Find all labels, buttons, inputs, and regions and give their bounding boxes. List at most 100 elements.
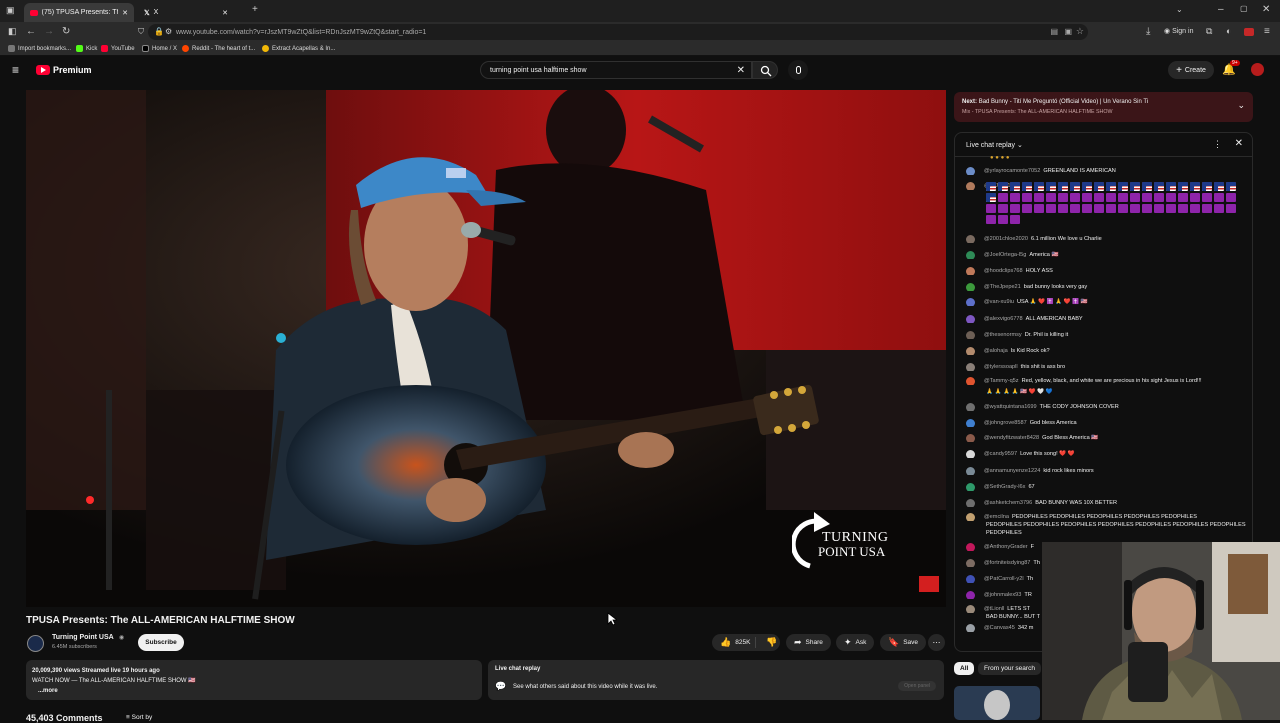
tab-close-icon[interactable]: ✕ bbox=[122, 9, 128, 17]
screenshot-icon[interactable]: ◐ bbox=[1226, 27, 1231, 36]
chat-author[interactable]: @alexvigo6778 bbox=[984, 316, 1023, 322]
chat-avatar[interactable] bbox=[966, 575, 975, 583]
chat-message[interactable]: @JoelOrtega-l5g America 🇺🇸 bbox=[966, 251, 1236, 259]
avatar[interactable] bbox=[1251, 63, 1264, 76]
chat-avatar[interactable] bbox=[966, 559, 975, 567]
chat-message[interactable]: @2001chloe2020 6.1 million We love u Char… bbox=[966, 235, 1236, 243]
chat-author[interactable]: @johngrove8587 bbox=[984, 420, 1027, 426]
close-window-icon[interactable]: ✕ bbox=[1262, 5, 1270, 15]
chat-author[interactable]: @AnthonyGrader bbox=[984, 544, 1028, 550]
chat-author[interactable]: @TheJpepe21 bbox=[984, 284, 1021, 290]
chat-avatar[interactable] bbox=[966, 298, 975, 306]
chat-author[interactable]: @PatCarroll-y2l bbox=[984, 576, 1024, 582]
chat-message[interactable]: @alohaja Is Kid Rock ok? bbox=[966, 347, 1236, 355]
chat-avatar[interactable] bbox=[966, 434, 975, 442]
forward-icon[interactable]: → bbox=[44, 27, 54, 37]
notifications-button[interactable]: 🔔 9+ bbox=[1222, 60, 1240, 76]
hamburger-menu-icon[interactable]: ≡ bbox=[12, 64, 19, 76]
chat-message[interactable]: @TheJpepe21 bad bunny looks very gay bbox=[966, 283, 1236, 291]
chat-message[interactable]: @yrlayrocamonte7052 GREENLAND IS AMERICAN bbox=[966, 167, 1236, 175]
chat-message[interactable]: @candy9597 Love this song! ❤️ ❤️ bbox=[966, 450, 1236, 458]
chat-avatar[interactable] bbox=[966, 543, 975, 551]
chat-author[interactable]: @thesenormsy bbox=[984, 332, 1022, 338]
extension-badge-icon[interactable] bbox=[1244, 28, 1254, 36]
open-panel-button[interactable]: Open panel bbox=[898, 681, 936, 691]
chat-mode-select[interactable]: Live chat replay ⌄ bbox=[966, 141, 1023, 149]
chat-avatar[interactable] bbox=[966, 513, 975, 521]
chat-avatar[interactable] bbox=[966, 483, 975, 491]
chat-avatar[interactable] bbox=[966, 605, 975, 613]
create-button[interactable]: + Create bbox=[1168, 61, 1214, 79]
new-tab-icon[interactable]: + bbox=[252, 5, 258, 15]
chat-author[interactable]: @2001chloe2020 bbox=[984, 236, 1028, 242]
chat-author[interactable]: @hoodclips768 bbox=[984, 268, 1023, 274]
chat-author[interactable]: @van-xu9iu bbox=[984, 299, 1014, 305]
chat-author[interactable]: @SethGrady-l6x bbox=[984, 484, 1025, 490]
chat-avatar[interactable] bbox=[966, 347, 975, 355]
bookmark-kick[interactable]: Kick bbox=[76, 45, 97, 52]
chat-avatar[interactable] bbox=[966, 331, 975, 339]
description-box[interactable]: 20,009,390 views Streamed live 19 hours … bbox=[26, 660, 482, 700]
chat-author[interactable]: @alohaja bbox=[984, 348, 1008, 354]
bookmark-x[interactable]: Home / X bbox=[142, 45, 177, 52]
chat-avatar[interactable] bbox=[966, 251, 975, 259]
chip-all[interactable]: All bbox=[954, 662, 975, 675]
chat-author[interactable]: @ashketchem3796 bbox=[984, 500, 1032, 506]
tab-active[interactable]: (75) TPUSA Presents: The A ✕ bbox=[24, 3, 134, 22]
save-button[interactable]: 🔖 Save bbox=[880, 634, 927, 651]
chip-from-your-search[interactable]: From your search bbox=[978, 662, 1041, 675]
like-button[interactable]: 👍 825K bbox=[712, 637, 756, 648]
chat-message[interactable]: @van-xu9iu USA 🙏 ❤️ ✝️ 🙏 ❤️ ✝️ 🇺🇸 bbox=[966, 298, 1236, 306]
chat-avatar[interactable] bbox=[966, 450, 975, 458]
chat-author[interactable]: @candy9597 bbox=[984, 451, 1017, 457]
chat-message[interactable]: @Tammy-q5z Red, yellow, black, and white … bbox=[966, 377, 1236, 385]
chat-author[interactable]: @tylerssoapll bbox=[984, 364, 1018, 370]
chat-message[interactable]: @annamunyenze1224 kid rock likes minors bbox=[966, 467, 1236, 475]
chat-avatar[interactable] bbox=[966, 591, 975, 599]
youtube-logo[interactable]: Premium bbox=[36, 65, 92, 75]
chat-message[interactable]: @thesenormsy Dr. Phil is killing it bbox=[966, 331, 1236, 339]
more-actions-button[interactable]: ⋯ bbox=[928, 634, 945, 651]
chat-author[interactable]: @wyattquintana1699 bbox=[984, 404, 1037, 410]
chat-message[interactable]: @tylerssoapll this shit is ass bro bbox=[966, 363, 1236, 371]
maximize-icon[interactable]: ▢ bbox=[1240, 5, 1248, 13]
video-player[interactable]: TURNING POINT USA bbox=[26, 90, 946, 607]
chat-author[interactable]: @johnmalex93 bbox=[984, 592, 1021, 598]
chat-avatar[interactable] bbox=[966, 419, 975, 427]
chat-avatar[interactable] bbox=[966, 403, 975, 411]
chat-message[interactable]: @SethGrady-l6x 67 bbox=[966, 483, 1236, 491]
sidebar-icon[interactable]: ◧ bbox=[8, 27, 17, 36]
more-link[interactable]: ...more bbox=[38, 686, 58, 696]
chat-message[interactable]: @wendyfitzwater8428 God Bless America 🇺🇸 bbox=[966, 434, 1236, 442]
search-input[interactable]: turning point usa halftime show ✕ bbox=[480, 61, 752, 79]
chat-close-icon[interactable]: ✕ bbox=[1235, 138, 1243, 149]
tab2-close-icon[interactable]: ✕ bbox=[222, 9, 228, 17]
extensions-icon[interactable]: ⧉ bbox=[1206, 27, 1212, 36]
sidebar-toggle-icon[interactable]: ▣ bbox=[6, 6, 15, 15]
chat-author[interactable]: @tLionll bbox=[984, 606, 1004, 612]
channel-name[interactable]: Turning Point USA bbox=[52, 634, 114, 641]
chat-avatar[interactable] bbox=[966, 267, 975, 275]
chat-author[interactable]: @yrlayrocamonte7052 bbox=[984, 168, 1040, 174]
address-bar[interactable]: ⛉ 🔒 ⚙ www.youtube.com/watch?v=rJszMT9wZt… bbox=[138, 24, 1088, 40]
chat-author[interactable]: @fortniteisdying87 bbox=[984, 560, 1030, 566]
bookmark-extract[interactable]: Extract Acapellas & In... bbox=[262, 45, 335, 52]
back-icon[interactable]: ← bbox=[26, 27, 36, 37]
chat-avatar[interactable] bbox=[966, 377, 975, 385]
share-button[interactable]: ➦ Share bbox=[786, 634, 831, 651]
bookmark-reddit[interactable]: Reddit - The heart of t... bbox=[182, 45, 255, 52]
voice-search-button[interactable] bbox=[788, 60, 808, 80]
channel-avatar[interactable] bbox=[27, 635, 44, 652]
chat-avatar[interactable] bbox=[966, 182, 975, 190]
up-next-banner[interactable]: Next: Bad Bunny - Tití Me Preguntó (Offi… bbox=[954, 92, 1253, 122]
chat-author[interactable]: @annamunyenze1224 bbox=[984, 468, 1040, 474]
clear-search-icon[interactable]: ✕ bbox=[737, 65, 745, 76]
tab-list-icon[interactable]: ⌄ bbox=[1176, 6, 1183, 14]
chat-message[interactable]: @wyattquintana1699 THE CODY JOHNSON COVER bbox=[966, 403, 1236, 411]
chat-avatar[interactable] bbox=[966, 624, 975, 632]
chat-author[interactable]: @emcilna bbox=[984, 514, 1009, 520]
chat-avatar[interactable] bbox=[966, 499, 975, 507]
dislike-button[interactable]: 👎 bbox=[760, 637, 777, 648]
search-button[interactable] bbox=[752, 61, 778, 79]
downloads-icon[interactable]: ⤓ bbox=[1146, 27, 1150, 37]
